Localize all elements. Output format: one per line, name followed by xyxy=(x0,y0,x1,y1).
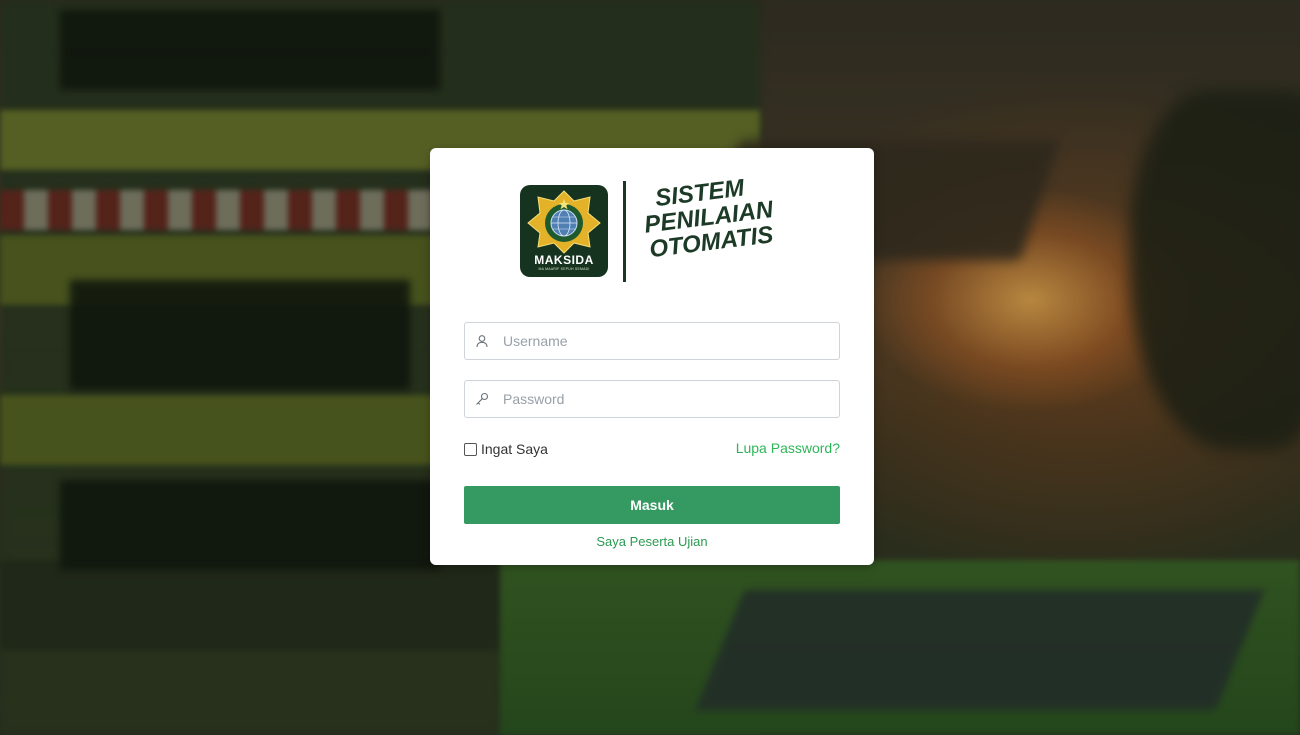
participant-link[interactable]: Saya Peserta Ujian xyxy=(430,534,874,549)
app-title: SISTEM PENILAIAN OTOMATIS xyxy=(632,168,810,263)
password-input[interactable] xyxy=(503,381,829,417)
user-icon xyxy=(475,334,489,348)
emblem-subtitle: MA MAARIF SEPUH SEMADI xyxy=(538,267,590,271)
password-field[interactable] xyxy=(464,380,840,418)
app-logo: MAKSIDA MA MAARIF SEPUH SEMADI SISTEM PE… xyxy=(520,174,790,285)
username-field[interactable] xyxy=(464,322,840,360)
key-icon xyxy=(475,392,489,406)
remember-label: Ingat Saya xyxy=(481,441,548,457)
login-button[interactable]: Masuk xyxy=(464,486,840,524)
logo-divider xyxy=(623,181,626,282)
remember-checkbox[interactable] xyxy=(464,442,477,456)
forgot-password-link[interactable]: Lupa Password? xyxy=(736,440,840,456)
username-input[interactable] xyxy=(503,323,829,359)
login-card: MAKSIDA MA MAARIF SEPUH SEMADI SISTEM PE… xyxy=(430,148,874,565)
emblem-name: MAKSIDA xyxy=(534,253,594,267)
school-emblem: MAKSIDA MA MAARIF SEPUH SEMADI xyxy=(520,185,608,277)
remember-me[interactable]: Ingat Saya xyxy=(464,440,548,458)
